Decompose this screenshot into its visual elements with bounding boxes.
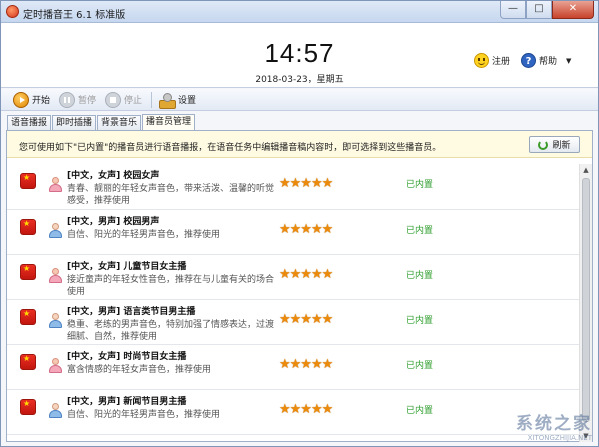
- rating-stars: ★★★★★: [279, 402, 333, 417]
- toolbar: 开始 暂停 停止 设置: [1, 89, 598, 111]
- refresh-button[interactable]: 刷新: [529, 136, 580, 153]
- watermark-url: XITONGZHIJIA.NET: [527, 434, 592, 442]
- watermark-title: 系统之家: [516, 414, 592, 434]
- title-bar: 定时播音王 6.1 标准版 — □ ✕: [1, 1, 598, 23]
- minimize-button[interactable]: —: [500, 1, 526, 19]
- voice-title: [中文，男声] 校园男声: [67, 217, 160, 227]
- start-label: 开始: [32, 96, 51, 106]
- app-window: 定时播音王 6.1 标准版 — □ ✕ 14:57 2018-03-23，星期五…: [0, 0, 599, 447]
- help-label: 帮助: [539, 57, 558, 67]
- refresh-label: 刷新: [552, 141, 571, 151]
- voice-description: 接近童声的年轻女性音色，推荐在与儿童有关的场合使用: [67, 275, 275, 297]
- status-label: 已内置: [406, 406, 434, 416]
- help-icon: ?: [521, 53, 536, 68]
- scroll-thumb[interactable]: [582, 178, 590, 422]
- female-person-icon: [49, 358, 62, 373]
- male-person-icon: [49, 403, 62, 418]
- tab-instant-insert[interactable]: 即时插播: [52, 115, 97, 130]
- china-flag-icon: [20, 173, 36, 189]
- list-item[interactable]: [中文，女声] 时尚节目女主播 富含情感的年轻女声音色，推荐使用 ★★★★★ 已…: [7, 345, 579, 390]
- notice-text: 您可使用如下"已内置"的播音员进行语音播报，在语音任务中编辑播音稿内容时，即可选…: [19, 143, 442, 153]
- voice-description: 自信、阳光的年轻男声音色，推荐使用: [67, 410, 221, 420]
- rating-stars: ★★★★★: [279, 357, 333, 372]
- settings-button[interactable]: 设置: [158, 92, 197, 109]
- maximize-button[interactable]: □: [526, 1, 552, 19]
- site-watermark: 系统之家 XITONGZHIJIA.NET: [516, 409, 592, 442]
- status-label: 已内置: [406, 361, 434, 371]
- voice-description: 富含情感的年轻女声音色，推荐使用: [67, 365, 212, 375]
- window-title: 定时播音王 6.1 标准版: [23, 10, 126, 21]
- china-flag-icon: [20, 309, 36, 325]
- voice-title: [中文，女声] 时尚节目女主播: [67, 352, 187, 362]
- smile-icon: [474, 53, 489, 68]
- list-scrollbar[interactable]: ▲ ▼: [579, 164, 592, 442]
- clock-header: 14:57 2018-03-23，星期五 注册 ? 帮助 ▼: [1, 23, 598, 88]
- china-flag-icon: [20, 264, 36, 280]
- announcer-list: [中文，女声] 校园女声 青春、靓丽的年轻女声音色，带来活泼、温馨的听觉感受，推…: [7, 164, 579, 442]
- toolbar-divider: [151, 91, 153, 108]
- rating-stars: ★★★★★: [279, 267, 333, 282]
- stop-label: 停止: [124, 96, 143, 106]
- tab-bar: 语音播报 即时插播 背景音乐 播音员管理: [7, 114, 196, 130]
- chevron-down-icon[interactable]: ▼: [566, 57, 571, 65]
- rating-stars: ★★★★★: [279, 312, 333, 327]
- play-icon: [13, 91, 29, 108]
- start-button[interactable]: 开始: [13, 91, 51, 108]
- stop-button[interactable]: 停止: [105, 91, 143, 108]
- status-label: 已内置: [406, 316, 434, 326]
- list-item[interactable]: [中文，女声] 校园女声 青春、靓丽的年轻女声音色，带来活泼、温馨的听觉感受，推…: [7, 164, 579, 210]
- voice-title: [中文，女声] 校园女声: [67, 171, 160, 181]
- pause-label: 暂停: [78, 96, 97, 106]
- china-flag-icon: [20, 354, 36, 370]
- status-label: 已内置: [406, 226, 434, 236]
- list-item[interactable]: [中文，男声] 校园男声 自信、阳光的年轻男声音色，推荐使用 ★★★★★ 已内置: [7, 210, 579, 255]
- female-person-icon: [49, 268, 62, 283]
- tab-announcer-management[interactable]: 播音员管理: [142, 114, 196, 130]
- help-menu[interactable]: ? 帮助 ▼: [521, 53, 571, 68]
- china-flag-icon: [20, 399, 36, 415]
- rating-stars: ★★★★★: [279, 176, 333, 191]
- voice-title: [中文，男声] 语言类节目男主播: [67, 307, 196, 317]
- male-person-icon: [49, 313, 62, 328]
- close-button[interactable]: ✕: [552, 1, 594, 19]
- pause-icon: [59, 91, 76, 108]
- list-item[interactable]: [中文，男声] 语言类节目男主播 稳重、老练的男声音色，特别加强了情感表达，过渡…: [7, 300, 579, 345]
- pause-button[interactable]: 暂停: [59, 91, 97, 108]
- male-person-icon: [49, 223, 62, 238]
- refresh-icon: [538, 139, 549, 150]
- voice-title: [中文，男声] 新闻节目男主播: [67, 397, 187, 407]
- clock-date: 2018-03-23，星期五: [255, 75, 344, 85]
- list-item[interactable]: [中文，女声] 儿童节目女主播 接近童声的年轻女性音色，推荐在与儿童有关的场合使…: [7, 255, 579, 300]
- stop-icon: [105, 91, 122, 108]
- tab-voice-broadcast[interactable]: 语音播报: [7, 115, 52, 130]
- status-label: 已内置: [406, 180, 434, 190]
- voice-title: [中文，女声] 儿童节目女主播: [67, 262, 187, 272]
- app-logo-icon: [6, 5, 19, 18]
- register-label: 注册: [492, 57, 511, 67]
- status-label: 已内置: [406, 271, 434, 281]
- tab-background-music[interactable]: 背景音乐: [97, 115, 142, 130]
- register-link[interactable]: 注册: [474, 53, 510, 68]
- window-controls: — □ ✕: [500, 1, 594, 21]
- list-item[interactable]: [中文，男声] 新闻节目男主播 自信、阳光的年轻男声音色，推荐使用 ★★★★★ …: [7, 390, 579, 435]
- voice-description: 自信、阳光的年轻男声音色，推荐使用: [67, 230, 221, 240]
- voice-description: 青春、靓丽的年轻女声音色，带来活泼、温馨的听觉感受，推荐使用: [67, 184, 275, 206]
- settings-icon: [158, 92, 177, 109]
- settings-label: 设置: [178, 96, 197, 106]
- scroll-up-arrow-icon[interactable]: ▲: [580, 164, 592, 176]
- rating-stars: ★★★★★: [279, 222, 333, 237]
- china-flag-icon: [20, 219, 36, 235]
- notice-bar: 您可使用如下"已内置"的播音员进行语音播报，在语音任务中编辑播音稿内容时，即可选…: [7, 131, 592, 158]
- voice-description: 稳重、老练的男声音色，特别加强了情感表达，过渡细腻、自然，推荐使用: [67, 320, 275, 342]
- female-person-icon: [49, 177, 62, 192]
- announcer-panel: 您可使用如下"已内置"的播音员进行语音播报，在语音任务中编辑播音稿内容时，即可选…: [6, 130, 593, 442]
